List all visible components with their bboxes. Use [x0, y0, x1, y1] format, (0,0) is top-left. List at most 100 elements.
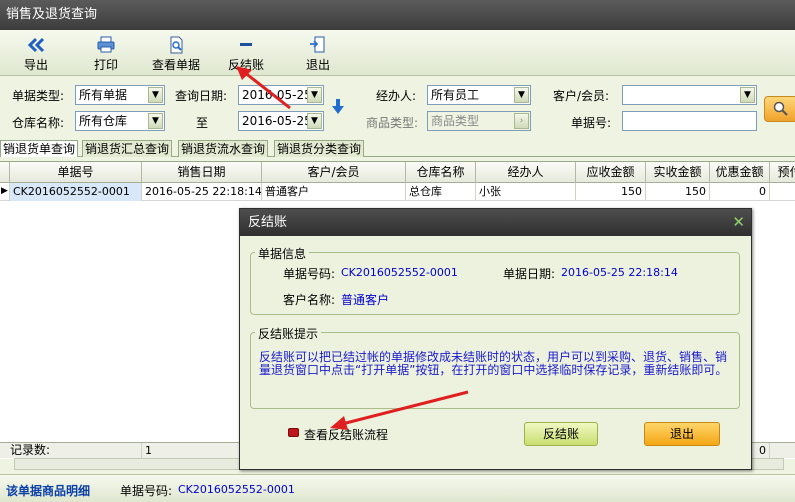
- row-indicator-header: [0, 162, 10, 183]
- cell-received[interactable]: 150: [646, 183, 710, 201]
- column-header[interactable]: 经办人: [476, 162, 576, 183]
- doc-type-select[interactable]: 所有单据 ▼: [75, 85, 165, 105]
- export-label: 导出: [23, 58, 48, 72]
- printer-icon: [97, 36, 115, 53]
- dialog-doc-no-value: CK2016052552-0001: [341, 266, 458, 279]
- cell-discount[interactable]: 0: [710, 183, 770, 201]
- record-count-label: 记录数:: [0, 443, 142, 459]
- cell-warehouse[interactable]: 总仓库: [406, 183, 476, 201]
- goods-type-select[interactable]: 商品类型 ›: [427, 111, 531, 131]
- print-label: 打印: [93, 58, 118, 72]
- column-header[interactable]: 优惠金额: [710, 162, 770, 183]
- customer-select[interactable]: ▼: [622, 85, 757, 105]
- dialog-exit-button[interactable]: 退出: [644, 422, 720, 446]
- item-detail-title: 该单据商品明细: [6, 484, 91, 498]
- view-document-button[interactable]: 查看单据: [148, 34, 204, 74]
- reverse-settle-label: 反结账: [227, 58, 264, 72]
- bottom-doc-no-value: CK2016052552-0001: [178, 483, 295, 496]
- flow-key-icon[interactable]: [288, 428, 299, 437]
- date-to-value: 2016-05-25: [242, 114, 312, 128]
- warehouse-label: 仓库名称:: [12, 116, 65, 130]
- chevron-down-icon[interactable]: ▼: [514, 87, 529, 103]
- view-flow-link[interactable]: 查看反结账流程: [304, 426, 388, 443]
- doc-type-label: 单据类型:: [12, 89, 65, 103]
- double-chevron-left-icon: [27, 37, 45, 53]
- tab-sales-return-summary[interactable]: 销退货汇总查询: [82, 140, 173, 157]
- cell-customer[interactable]: 普通客户: [262, 183, 406, 201]
- chevron-down-icon[interactable]: ▼: [740, 87, 755, 103]
- tab-sales-return-flow[interactable]: 销退货流水查询: [178, 140, 269, 157]
- cell-handler[interactable]: 小张: [476, 183, 576, 201]
- doc-no-label: 单据号:: [571, 116, 612, 130]
- search-icon: [773, 101, 788, 116]
- confirm-reverse-button[interactable]: 反结账: [524, 422, 598, 446]
- handler-value: 所有员工: [431, 88, 480, 102]
- tab-sales-return-category[interactable]: 销退货分类查询: [274, 140, 365, 157]
- doc-info-group: 单据信息 单据号码: CK2016052552-0001 单据日期: 2016-…: [250, 245, 740, 315]
- handler-select[interactable]: 所有员工 ▼: [427, 85, 531, 105]
- export-button[interactable]: 导出: [16, 34, 56, 74]
- cell-doc-no[interactable]: CK2016052552-0001: [10, 183, 142, 201]
- date-from-value: 2016-05-25: [242, 88, 312, 102]
- minus-icon: [240, 43, 252, 46]
- dialog-doc-date-value: 2016-05-25 22:18:14: [561, 266, 678, 279]
- hint-title: 反结账提示: [255, 325, 322, 342]
- column-header[interactable]: 客户/会员: [262, 162, 406, 183]
- warehouse-select[interactable]: 所有仓库 ▼: [75, 111, 165, 131]
- row-pointer-icon: ▶: [0, 183, 10, 201]
- doc-type-value: 所有单据: [79, 88, 128, 102]
- dialog-title: 反结账: [240, 209, 751, 236]
- hint-text: 反结账可以把已结过帐的单据修改成未结账时的状态，用户可以到采购、退货、销售、销量…: [259, 350, 728, 377]
- query-tabs: 销退货单查询 销退货汇总查询 销退货流水查询 销退货分类查询: [0, 140, 795, 157]
- hint-group: 反结账提示 反结账可以把已结过帐的单据修改成未结账时的状态，用户可以到采购、退货…: [250, 325, 740, 409]
- goods-type-value: 商品类型: [431, 114, 480, 128]
- exit-label: 退出: [305, 58, 330, 72]
- dialog-doc-no-label: 单据号码:: [283, 267, 336, 281]
- chevron-down-icon[interactable]: ▼: [148, 113, 163, 129]
- date-to-picker[interactable]: 2016-05-25 ▼: [238, 111, 324, 131]
- close-icon[interactable]: ✕: [732, 209, 745, 236]
- doc-no-input[interactable]: [622, 111, 757, 131]
- print-button[interactable]: 打印: [86, 34, 126, 74]
- dialog-customer-label: 客户名称:: [283, 293, 336, 307]
- query-date-label: 查询日期:: [175, 89, 228, 103]
- dialog-customer-value: 普通客户: [341, 293, 390, 307]
- chevron-down-icon[interactable]: ▼: [307, 113, 322, 129]
- column-header[interactable]: 仓库名称: [406, 162, 476, 183]
- exit-button[interactable]: 退出: [298, 34, 338, 74]
- grid-header: 单据号 销售日期 客户/会员 仓库名称 经办人 应收金额 实收金额 优惠金额 预…: [0, 162, 795, 183]
- chevron-right-icon[interactable]: ›: [514, 113, 529, 129]
- handler-label: 经办人:: [376, 89, 417, 103]
- bottom-bar: 该单据商品明细 单据号码: CK2016052552-0001: [0, 474, 795, 502]
- chevron-down-icon[interactable]: ▼: [148, 87, 163, 103]
- column-header[interactable]: 应收金额: [576, 162, 646, 183]
- cell-receivable[interactable]: 150: [576, 183, 646, 201]
- column-header[interactable]: 实收金额: [646, 162, 710, 183]
- to-label: 至: [196, 116, 209, 130]
- cell-sale-date[interactable]: 2016-05-25 22:18:14: [142, 183, 262, 201]
- column-header[interactable]: 销售日期: [142, 162, 262, 183]
- view-document-label: 查看单据: [151, 58, 200, 72]
- column-header[interactable]: 单据号: [10, 162, 142, 183]
- reverse-settle-button[interactable]: 反结账: [224, 34, 268, 74]
- tab-sales-return-doc[interactable]: 销退货单查询: [0, 140, 79, 157]
- exit-door-icon: [310, 36, 325, 53]
- table-row[interactable]: ▶ CK2016052552-0001 2016-05-25 22:18:14 …: [0, 183, 795, 201]
- cell-prepaid[interactable]: [770, 183, 795, 201]
- bottom-doc-no-label: 单据号码:: [120, 484, 173, 498]
- column-header[interactable]: 预付: [770, 162, 795, 183]
- view-document-icon: [170, 36, 183, 54]
- customer-label: 客户/会员:: [553, 89, 610, 103]
- record-count-value: 1: [142, 443, 242, 459]
- goods-type-label: 商品类型:: [366, 116, 419, 130]
- window-title: 销售及退货查询: [0, 0, 795, 30]
- chevron-down-icon[interactable]: ▼: [307, 87, 322, 103]
- doc-info-title: 单据信息: [255, 245, 310, 262]
- toolbar: 导出 打印 查看单据 反结账 退出: [0, 30, 795, 76]
- search-button[interactable]: [764, 96, 795, 122]
- dialog-doc-date-label: 单据日期:: [503, 267, 556, 281]
- reverse-settle-dialog: 反结账 ✕ 单据信息 单据号码: CK2016052552-0001 单据日期:…: [239, 208, 752, 470]
- arrow-down-icon[interactable]: [331, 98, 345, 116]
- date-from-picker[interactable]: 2016-05-25 ▼: [238, 85, 324, 105]
- warehouse-value: 所有仓库: [79, 114, 128, 128]
